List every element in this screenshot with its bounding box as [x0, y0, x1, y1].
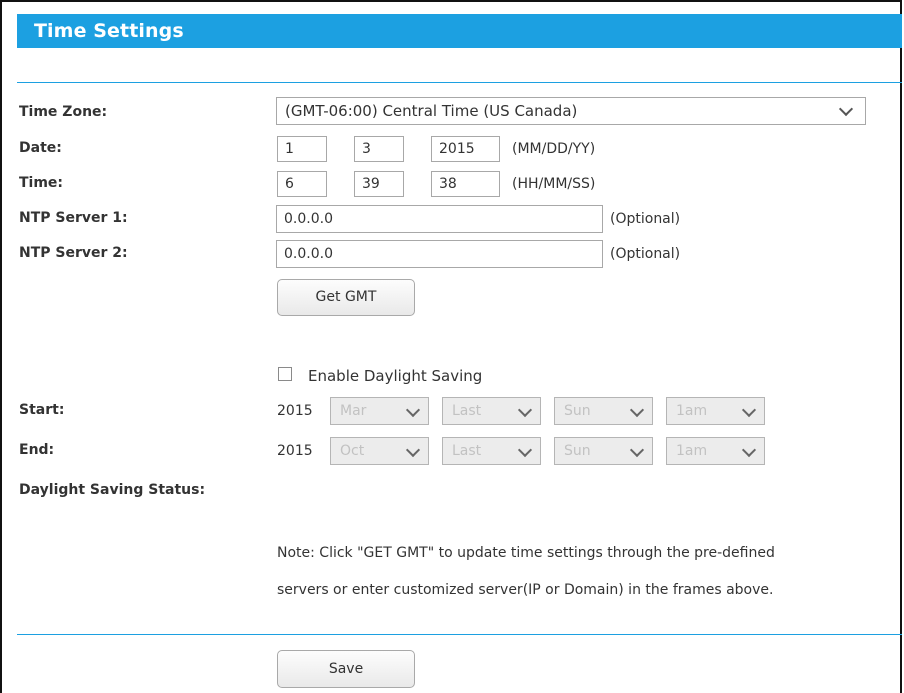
top-divider: [17, 82, 902, 83]
end-day-select[interactable]: Sun: [554, 437, 653, 465]
ntp-server-2-label: NTP Server 2:: [19, 245, 128, 261]
ntp-server-1-input[interactable]: 0.0.0.0: [276, 205, 603, 233]
time-format-hint: (HH/MM/SS): [512, 176, 596, 192]
end-day-value: Sun: [564, 443, 591, 459]
title-bar: Time Settings: [17, 14, 902, 48]
time-hour-input[interactable]: 6: [277, 171, 327, 197]
ntp-server-2-optional: (Optional): [610, 246, 681, 262]
start-year: 2015: [277, 403, 313, 419]
chevron-down-icon: [629, 402, 645, 418]
end-week-select[interactable]: Last: [442, 437, 541, 465]
time-zone-select[interactable]: (GMT-06:00) Central Time (US Canada): [276, 97, 866, 125]
time-zone-label: Time Zone:: [19, 104, 108, 120]
time-minute-input[interactable]: 39: [354, 171, 404, 197]
enable-daylight-saving-label: Enable Daylight Saving: [308, 367, 483, 385]
date-format-hint: (MM/DD/YY): [512, 141, 596, 157]
date-day-input[interactable]: 3: [354, 136, 404, 162]
bottom-divider: [17, 634, 902, 635]
end-month-select[interactable]: Oct: [330, 437, 429, 465]
start-label: Start:: [19, 402, 65, 418]
end-month-value: Oct: [340, 443, 365, 459]
ntp-server-1-optional: (Optional): [610, 211, 681, 227]
chevron-down-icon: [405, 442, 421, 458]
end-year: 2015: [277, 443, 313, 459]
chevron-down-icon: [405, 402, 421, 418]
start-week-select[interactable]: Last: [442, 397, 541, 425]
get-gmt-button[interactable]: Get GMT: [277, 279, 415, 316]
chevron-down-icon: [517, 442, 533, 458]
chevron-down-icon: [517, 402, 533, 418]
save-button[interactable]: Save: [277, 650, 415, 688]
start-day-select[interactable]: Sun: [554, 397, 653, 425]
enable-daylight-saving-checkbox[interactable]: [278, 367, 292, 381]
chevron-down-icon: [838, 101, 854, 117]
chevron-down-icon: [629, 442, 645, 458]
end-hour-value: 1am: [676, 443, 708, 459]
chevron-down-icon: [741, 402, 757, 418]
start-week-value: Last: [452, 403, 482, 419]
end-label: End:: [19, 442, 55, 458]
date-month-input[interactable]: 1: [277, 136, 327, 162]
daylight-saving-status-label: Daylight Saving Status:: [19, 482, 206, 498]
start-month-value: Mar: [340, 403, 367, 419]
ntp-server-1-label: NTP Server 1:: [19, 210, 128, 226]
date-label: Date:: [19, 140, 62, 156]
chevron-down-icon: [741, 442, 757, 458]
time-label: Time:: [19, 175, 64, 191]
note-line-1: Note: Click "GET GMT" to update time set…: [277, 545, 775, 561]
time-second-input[interactable]: 38: [431, 171, 500, 197]
end-week-value: Last: [452, 443, 482, 459]
ntp-server-2-input[interactable]: 0.0.0.0: [276, 240, 603, 268]
page-title: Time Settings: [34, 20, 184, 42]
start-hour-value: 1am: [676, 403, 708, 419]
start-month-select[interactable]: Mar: [330, 397, 429, 425]
start-day-value: Sun: [564, 403, 591, 419]
end-hour-select[interactable]: 1am: [666, 437, 765, 465]
note-line-2: servers or enter customized server(IP or…: [277, 582, 774, 598]
start-hour-select[interactable]: 1am: [666, 397, 765, 425]
date-year-input[interactable]: 2015: [431, 136, 500, 162]
time-zone-value: (GMT-06:00) Central Time (US Canada): [285, 102, 578, 120]
